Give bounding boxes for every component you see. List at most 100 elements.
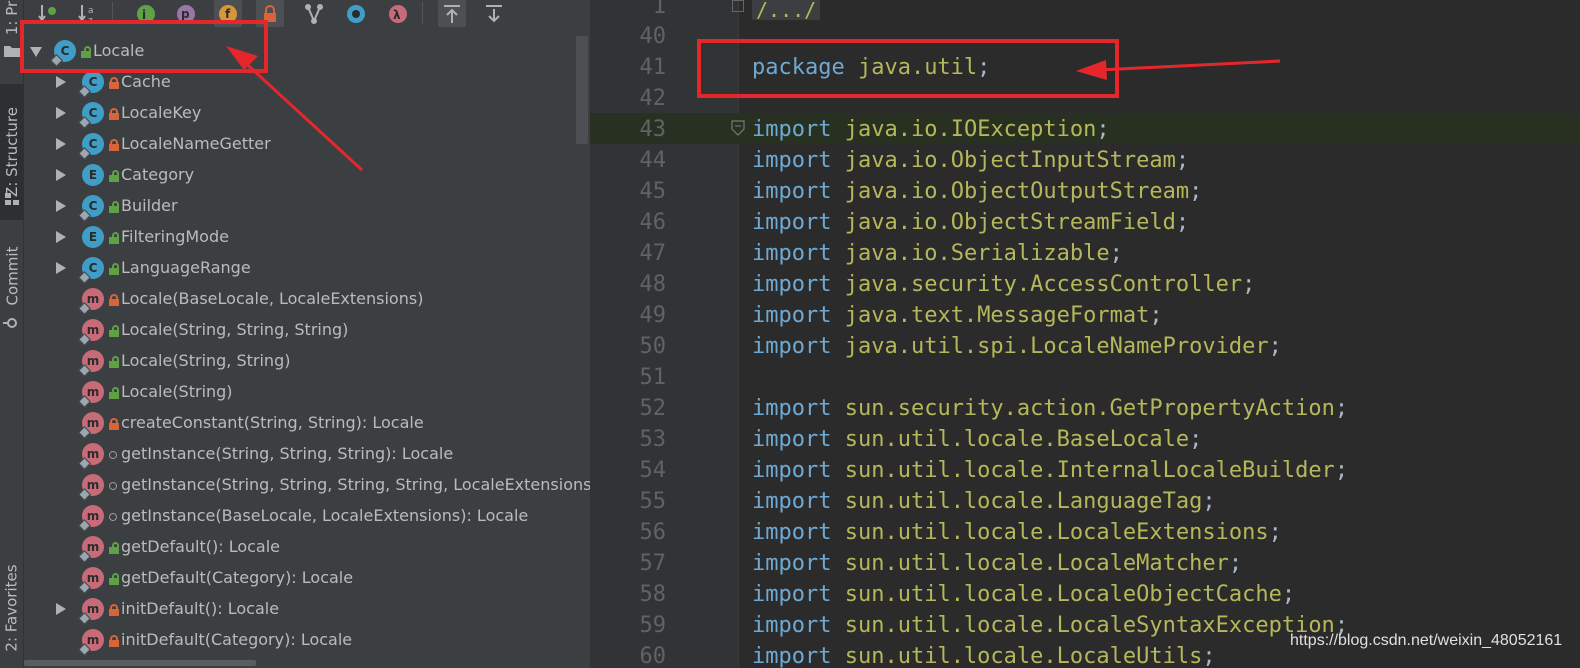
tree-node[interactable]: m getInstance(BaseLocale, LocaleExtension… — [24, 501, 590, 532]
expand-arrow-right-icon[interactable] — [56, 231, 66, 243]
overlay-badge-icon — [78, 550, 91, 563]
collapsed-comment[interactable]: /.../ — [752, 0, 821, 20]
class-name: BaseLocale — [1056, 427, 1190, 452]
keyword: import — [752, 148, 832, 173]
tree-node[interactable]: m Locale(String, String) — [24, 346, 590, 377]
show-lambdas-button[interactable] — [342, 0, 370, 27]
code-line[interactable]: import sun.util.locale.LanguageTag; — [752, 489, 1216, 514]
line-number: 44 — [639, 148, 667, 173]
keyword: import — [752, 489, 832, 514]
line-number: 49 — [639, 303, 667, 328]
package-path: sun.util.locale. — [831, 644, 1057, 668]
tree-node[interactable]: E FilteringMode — [24, 222, 590, 253]
commit-icon — [3, 318, 17, 328]
autoscroll-from-source-button[interactable] — [480, 0, 508, 27]
tree-node[interactable]: E Category — [24, 160, 590, 191]
tree-node[interactable]: m getInstance(String, String, String): Lo… — [24, 439, 590, 470]
private-lock-icon — [109, 604, 119, 616]
expand-arrow-right-icon[interactable] — [56, 107, 66, 119]
tree-node-label: Builder — [121, 196, 178, 215]
code-line[interactable]: import java.io.ObjectOutputStream; — [752, 179, 1202, 204]
code-line[interactable]: import java.io.ObjectStreamField; — [752, 210, 1189, 235]
code-line[interactable]: import java.io.IOException; — [752, 117, 1110, 142]
lambda-button[interactable]: λ — [384, 0, 412, 27]
code-line[interactable]: import sun.util.locale.LocaleExtensions; — [752, 520, 1282, 545]
tree-node-label: LocaleKey — [121, 103, 202, 122]
expand-arrow-right-icon[interactable] — [56, 603, 66, 615]
code-line[interactable]: import sun.security.action.GetPropertyAc… — [752, 396, 1348, 421]
package-path: sun.util.locale. — [831, 489, 1057, 514]
svg-text:a: a — [88, 6, 94, 16]
tree-node[interactable]: m initDefault(Category): Locale — [24, 625, 590, 656]
method-icon: m — [78, 536, 104, 563]
expand-arrow-right-icon[interactable] — [56, 76, 66, 88]
code-line[interactable]: import java.io.Serializable; — [752, 241, 1123, 266]
favorites-tab[interactable]: 2: Favorites — [0, 548, 24, 668]
tree-node[interactable]: C LanguageRange — [24, 253, 590, 284]
show-anonymous-button[interactable] — [300, 0, 328, 27]
public-unlock-icon — [109, 573, 119, 585]
code-line[interactable]: import java.text.MessageFormat; — [752, 303, 1163, 328]
line-number: 41 — [639, 55, 667, 80]
line-number: 47 — [639, 241, 667, 266]
commit-tab[interactable]: Commit — [0, 236, 24, 316]
code-line[interactable]: import sun.util.locale.LocaleObjectCache… — [752, 582, 1295, 607]
class-name: LanguageTag — [1056, 489, 1203, 514]
tree-node[interactable]: m Locale(String, String, String) — [24, 315, 590, 346]
method-icon: m — [78, 474, 104, 501]
horizontal-scrollbar[interactable] — [24, 658, 590, 668]
tree-node[interactable]: C Builder — [24, 191, 590, 222]
tree-node[interactable]: m getDefault(Category): Locale — [24, 563, 590, 594]
code-line[interactable]: import java.io.ObjectInputStream; — [752, 148, 1189, 173]
tree-node[interactable]: m Locale(String) — [24, 377, 590, 408]
class-name: MessageFormat — [977, 303, 1150, 328]
autoscroll-to-source-button[interactable] — [438, 0, 466, 27]
tree-node[interactable]: m initDefault(): Locale — [24, 594, 590, 625]
tree-node[interactable]: m getDefault(): Locale — [24, 532, 590, 563]
expand-arrow-right-icon[interactable] — [56, 169, 66, 181]
project-tab-label: 1: Pr — [3, 0, 22, 36]
code-line[interactable]: import java.security.AccessController; — [752, 272, 1255, 297]
tree-node[interactable]: m getInstance(String, String, String, Str… — [24, 470, 590, 501]
semicolon: ; — [1109, 241, 1123, 266]
class-icon: C — [78, 102, 104, 129]
code-line[interactable]: import sun.util.locale.BaseLocale; — [752, 427, 1202, 452]
tree-node-label: FilteringMode — [121, 227, 229, 246]
expand-arrow-right-icon[interactable] — [56, 262, 66, 274]
overlay-badge-icon — [78, 85, 91, 98]
tree-node[interactable]: C LocaleKey — [24, 98, 590, 129]
keyword: import — [752, 427, 832, 452]
expand-arrow-right-icon[interactable] — [56, 200, 66, 212]
lambda-icon: λ — [389, 4, 407, 23]
vertical-scrollbar[interactable] — [576, 36, 588, 144]
line-number: 51 — [639, 365, 667, 390]
keyword: import — [752, 458, 832, 483]
tree-node[interactable]: C LocaleNameGetter — [24, 129, 590, 160]
class-icon: C — [78, 133, 104, 160]
keyword: import — [752, 210, 832, 235]
public-unlock-icon — [109, 356, 119, 368]
expand-arrow-right-icon[interactable] — [56, 138, 66, 150]
tree-node[interactable]: m Locale(BaseLocale, LocaleExtensions) — [24, 284, 590, 315]
class-name: ObjectInputStream — [950, 148, 1176, 173]
method-icon: m — [78, 443, 104, 470]
keyword: import — [752, 272, 832, 297]
semicolon: ; — [1242, 272, 1256, 297]
fold-expand-icon[interactable] — [732, 0, 744, 12]
code-line[interactable]: import java.util.spi.LocaleNameProvider; — [752, 334, 1282, 359]
line-number: 45 — [639, 179, 667, 204]
public-unlock-icon — [109, 201, 119, 213]
code-line[interactable]: import sun.util.locale.LocaleUtils; — [752, 644, 1216, 668]
code-line[interactable]: import sun.util.locale.LocaleSyntaxExcep… — [752, 613, 1348, 638]
keyword: import — [752, 551, 832, 576]
code-line[interactable]: import sun.util.locale.InternalLocaleBui… — [752, 458, 1348, 483]
line-number: 43 — [639, 117, 667, 142]
overlay-badge-icon — [78, 643, 91, 656]
fold-collapse-icon[interactable] — [730, 120, 746, 136]
code-line[interactable]: import sun.util.locale.LocaleMatcher; — [752, 551, 1242, 576]
class-name: ObjectStreamField — [950, 210, 1176, 235]
horizontal-scrollbar-thumb[interactable] — [24, 660, 256, 666]
tree-node[interactable]: m createConstant(String, String): Locale — [24, 408, 590, 439]
semicolon: ; — [1175, 210, 1190, 235]
watermark: https://blog.csdn.net/weixin_48052161 — [1290, 632, 1563, 649]
